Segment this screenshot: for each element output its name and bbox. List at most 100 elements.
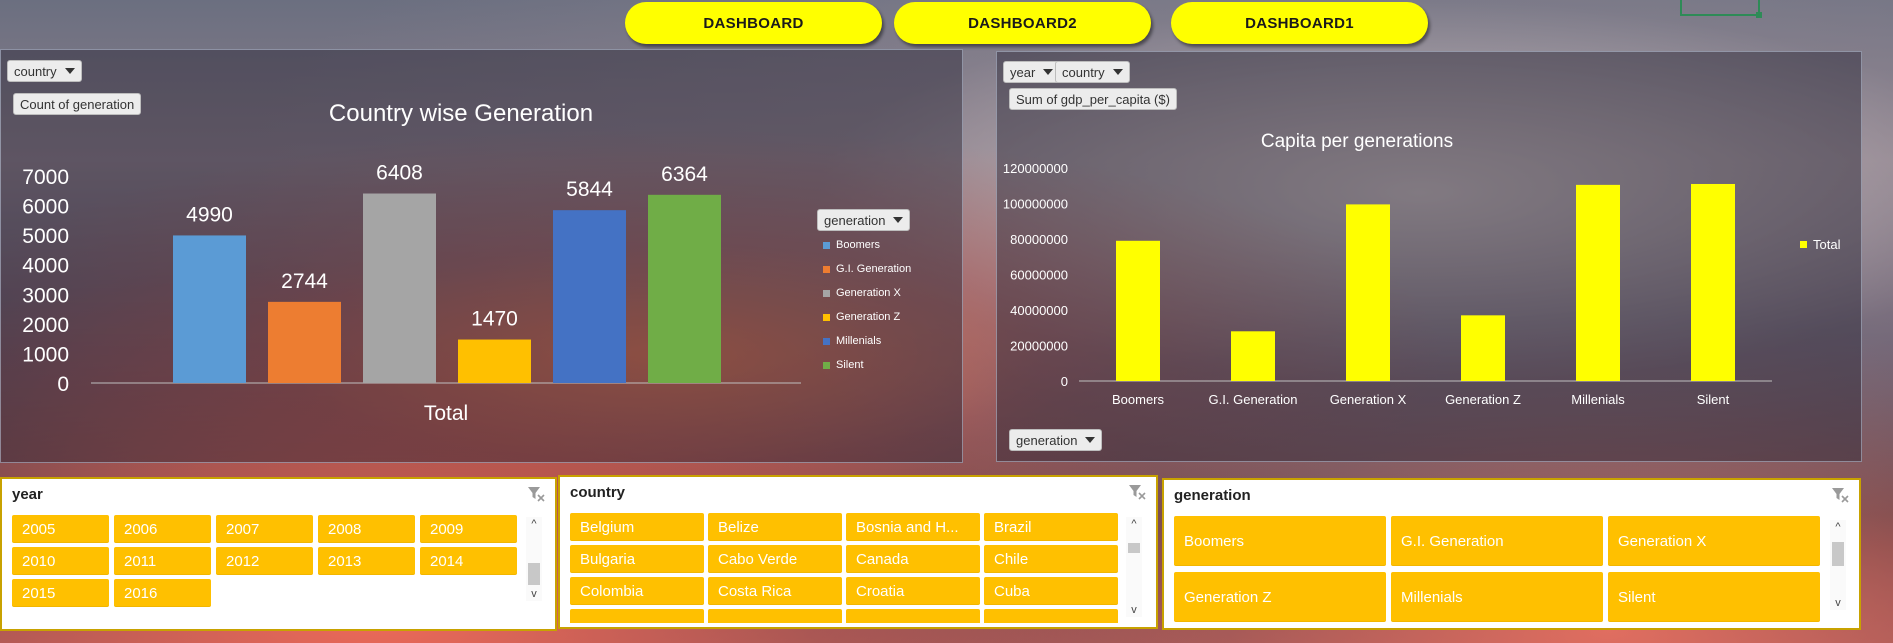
country-slicer[interactable]: country Belgium Belize Bosnia and H... Braz… [558, 475, 1158, 629]
slicer-item[interactable]: 2012 [216, 547, 313, 575]
scroll-thumb[interactable] [1128, 543, 1140, 553]
bar-generation-x [1346, 204, 1390, 381]
slicer-item[interactable]: 2009 [420, 515, 517, 543]
legend-swatch [823, 337, 830, 345]
generation-axis-filter-button[interactable]: generation [1009, 429, 1103, 451]
slicer-scrollbar[interactable]: ^ v [1830, 520, 1846, 610]
clear-filter-icon[interactable] [527, 486, 545, 502]
slicer-item[interactable]: 2007 [216, 515, 313, 543]
legend-label: Generation Z [836, 311, 901, 323]
x-axis-label: Total [424, 402, 468, 425]
x-tick-label: Silent [1697, 392, 1730, 407]
slicer-item[interactable]: Brazil [984, 513, 1118, 541]
slicer-item[interactable]: Bulgaria [570, 545, 704, 573]
slicer-title: year [12, 485, 43, 503]
y-tick-label: 1000 [22, 343, 69, 366]
clear-filter-icon[interactable] [1128, 484, 1146, 500]
generation-filter-button[interactable]: generation [817, 209, 911, 231]
scroll-down-icon[interactable]: v [1830, 596, 1846, 610]
bar-boomers [173, 235, 246, 383]
scroll-down-icon[interactable]: v [1126, 603, 1142, 617]
chart-legend: Total [1800, 232, 1840, 256]
legend-label: G.I. Generation [836, 263, 912, 275]
slicer-item[interactable] [984, 609, 1118, 623]
slicer-items: Belgium Belize Bosnia and H... Brazil Bulgar… [570, 513, 1130, 623]
legend-item: Silent [823, 353, 911, 377]
y-tick-label: 0 [1061, 374, 1068, 389]
slicer-item[interactable]: Generation Z [1174, 572, 1386, 622]
legend-label: Boomers [836, 239, 881, 251]
slicer-item[interactable]: 2013 [318, 547, 415, 575]
slicer-items: Boomers G.I. Generation Generation X Genera… [1174, 516, 1834, 622]
slicer-item[interactable]: Croatia [846, 577, 980, 605]
slicer-header: year [2, 479, 555, 509]
legend-item: G.I. Generation [823, 257, 911, 281]
data-label: 4990 [186, 203, 233, 226]
slicer-item[interactable]: 2016 [114, 579, 211, 607]
slicer-item[interactable]: Bosnia and H... [846, 513, 980, 541]
year-slicer[interactable]: year 2005 2006 2007 2008 2009 2010 2011 2012 201… [0, 477, 557, 631]
slicer-item[interactable]: 2005 [12, 515, 109, 543]
scroll-up-icon[interactable]: ^ [526, 517, 542, 531]
slicer-item[interactable] [570, 609, 704, 623]
scroll-up-icon[interactable]: ^ [1126, 517, 1142, 531]
dashboard2-button[interactable]: DASHBOARD2 [894, 2, 1151, 44]
bar-generation-z [1461, 315, 1505, 381]
slicer-item[interactable]: Belize [708, 513, 842, 541]
data-label: 5844 [566, 178, 613, 201]
country-generation-chart[interactable]: country Count of generation Country wise… [0, 49, 963, 463]
slicer-item[interactable]: 2015 [12, 579, 109, 607]
slicer-item[interactable]: 2008 [318, 515, 415, 543]
dashboard-button[interactable]: DASHBOARD [625, 2, 882, 44]
y-tick-label: 4000 [22, 255, 69, 278]
capita-generation-chart[interactable]: year country Sum of gdp_per_capita ($) C… [996, 51, 1862, 462]
slicer-item[interactable]: Millenials [1391, 572, 1603, 622]
clear-filter-icon[interactable] [1831, 487, 1849, 503]
slicer-item[interactable] [846, 609, 980, 623]
bar-chart-plot: 7000 6000 5000 4000 3000 2000 1000 0 4990 2744 640… [22, 162, 801, 425]
legend-item: Generation Z [823, 305, 911, 329]
scroll-thumb[interactable] [528, 563, 540, 585]
slicer-item[interactable]: Generation X [1608, 516, 1820, 566]
slicer-item[interactable]: Silent [1608, 572, 1820, 622]
generation-filter-label: generation [824, 212, 886, 228]
slicer-item[interactable]: Cabo Verde [708, 545, 842, 573]
chart-legend: Boomers G.I. Generation Generation X Genera… [823, 233, 911, 377]
y-tick-label: 3000 [22, 284, 69, 307]
scroll-up-icon[interactable]: ^ [1830, 520, 1846, 534]
generation-slicer[interactable]: generation Boomers G.I. Generation Generat… [1162, 478, 1861, 630]
bar-boomers [1116, 240, 1160, 381]
slicer-items: 2005 2006 2007 2008 2009 2010 2011 2012 2013 2014… [12, 515, 522, 627]
slicer-item[interactable]: 2006 [114, 515, 211, 543]
slicer-item[interactable]: Chile [984, 545, 1118, 573]
x-tick-label: Generation X [1330, 392, 1407, 407]
scroll-down-icon[interactable]: v [526, 587, 542, 601]
slicer-item[interactable]: Colombia [570, 577, 704, 605]
slicer-scrollbar[interactable]: ^ v [526, 517, 542, 601]
slicer-title: country [570, 483, 626, 501]
slicer-scrollbar[interactable]: ^ v [1126, 517, 1142, 617]
slicer-item[interactable]: 2014 [420, 547, 517, 575]
y-tick-label: 7000 [22, 166, 69, 189]
slicer-item[interactable]: Cuba [984, 577, 1118, 605]
slicer-item[interactable]: Belgium [570, 513, 704, 541]
slicer-item[interactable]: Costa Rica [708, 577, 842, 605]
dashboard1-button[interactable]: DASHBOARD1 [1171, 2, 1428, 44]
slicer-item[interactable]: G.I. Generation [1391, 516, 1603, 566]
bar-millenials [1576, 184, 1620, 381]
legend-swatch [1800, 240, 1807, 248]
slicer-item[interactable]: 2010 [12, 547, 109, 575]
legend-swatch [823, 313, 830, 321]
slicer-item[interactable] [708, 609, 842, 623]
legend-swatch [823, 265, 830, 273]
slicer-item[interactable]: Canada [846, 545, 980, 573]
slicer-item[interactable]: 2011 [114, 547, 211, 575]
scroll-thumb[interactable] [1832, 542, 1844, 566]
slicer-item[interactable]: Boomers [1174, 516, 1386, 566]
bar-millenials [553, 210, 626, 383]
y-tick-label: 0 [57, 373, 69, 396]
y-tick-label: 5000 [22, 225, 69, 248]
data-label: 6364 [661, 163, 708, 186]
slicer-header: country [560, 477, 1156, 507]
y-tick-label: 60000000 [1010, 268, 1068, 283]
